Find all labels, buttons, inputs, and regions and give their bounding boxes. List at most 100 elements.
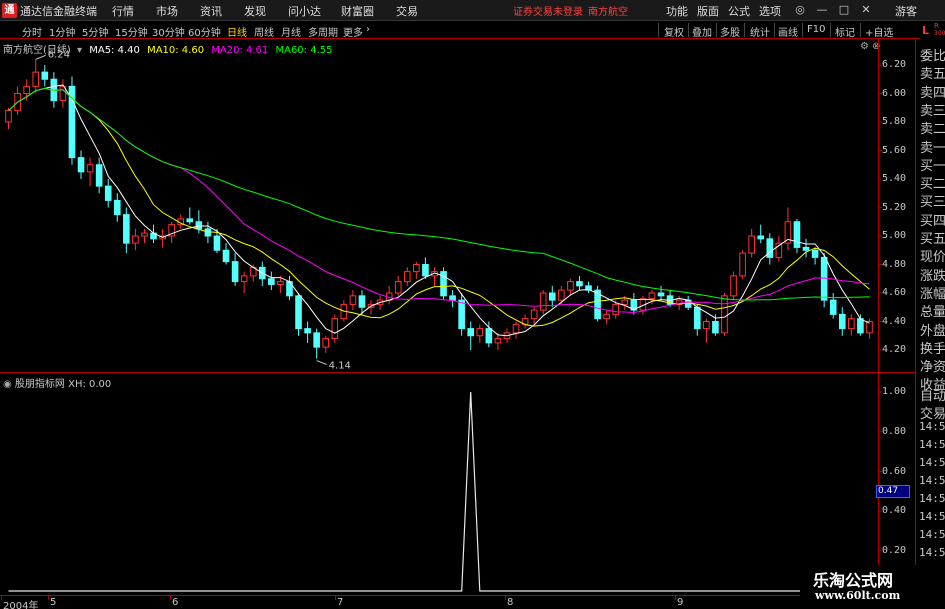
candle-down: [222, 249, 230, 263]
candle-down: [113, 199, 121, 216]
candle-down: [757, 235, 765, 240]
candle-down: [766, 238, 774, 258]
candle-down: [548, 292, 556, 301]
indicator-tick-label: 1.00: [882, 386, 907, 397]
order-book-item: 涨幅: [920, 286, 945, 302]
watermark-title: 乐淘公式网: [813, 571, 894, 590]
indicator-menu-icon[interactable]: ◉: [3, 379, 12, 390]
candle-up: [322, 338, 330, 348]
order-book-item: 买五: [920, 232, 945, 247]
candle-up: [141, 232, 148, 237]
price-tick-label: 5.40: [882, 173, 907, 184]
indicator-tick-label: 0.40: [882, 505, 907, 517]
candle-down: [793, 221, 801, 248]
price-tick-label: 4.60: [882, 287, 907, 298]
date-tick: [675, 596, 676, 600]
candle-down: [195, 221, 203, 230]
order-book-item: 卖一: [920, 140, 945, 156]
candle-up: [494, 338, 502, 344]
panel-divider[interactable]: [0, 372, 915, 373]
candle-up: [648, 292, 656, 300]
tick-time: 14:56: [919, 492, 945, 505]
candle-down: [41, 71, 49, 80]
indicator-header: ◉ 股朋指标网 XH: 0.00: [3, 375, 111, 390]
candle-down: [313, 332, 320, 348]
candle-up: [721, 295, 728, 334]
candle-down: [485, 328, 493, 344]
ma20-label: MA20: 4.61: [211, 45, 269, 56]
tick-time: 14:56: [919, 546, 945, 559]
ma20-line: [8, 87, 870, 314]
watermark-url: www.60lt.com: [815, 589, 901, 602]
candle-up: [331, 318, 339, 340]
candle-up: [413, 264, 420, 273]
candle-up: [621, 299, 629, 305]
indicator-tick-label: 0.80: [882, 425, 907, 437]
order-book-item: 外盘: [920, 323, 945, 339]
low-marker-label: 4.14: [329, 361, 351, 372]
candle-up: [403, 271, 411, 283]
order-book-item: 卖四: [920, 85, 945, 101]
tick-time: 14:56: [919, 420, 945, 433]
candle-down: [295, 295, 302, 330]
candle-down: [104, 185, 112, 201]
kline-chart[interactable]: 6.244.14: [0, 0, 945, 609]
candle-up: [23, 85, 30, 94]
candle-down: [358, 295, 366, 308]
main-chart-header: 南方航空(日线) ▾ MA5: 4.40 MA10: 4.60 MA20: 4.…: [3, 41, 332, 56]
tick-time: 14:56: [919, 456, 945, 469]
order-book-item: 卖三: [920, 103, 945, 119]
candle-up: [476, 328, 484, 337]
indicator-tick-label: 0.20: [882, 545, 907, 556]
order-book-item: 买四: [920, 213, 945, 229]
order-book-item: 总量: [920, 305, 945, 321]
candle-up: [530, 309, 538, 320]
price-tick-label: 4.20: [882, 344, 907, 355]
price-tick-label: 6.20: [882, 59, 907, 70]
candle-down: [820, 256, 828, 301]
candle-down: [449, 295, 456, 301]
price-tick-label: 5.00: [882, 230, 907, 241]
candle-up: [32, 71, 40, 87]
candle-up: [539, 292, 547, 311]
candle-up: [703, 321, 710, 330]
candle-up: [558, 289, 565, 301]
candle-up: [277, 281, 284, 285]
order-book-item: 买二: [920, 177, 945, 193]
ma5-label: MA5: 4.40: [89, 45, 140, 56]
order-book-item: 卖二: [920, 122, 945, 138]
tick-time: 14:56: [919, 474, 945, 487]
price-axis-line: [878, 39, 879, 595]
date-axis: [0, 595, 915, 609]
candle-up: [349, 295, 357, 305]
date-tick-label: 8: [507, 597, 514, 608]
tick-time: 14:56: [919, 438, 945, 451]
candle-down: [268, 278, 275, 285]
order-book-item[interactable]: 自动: [920, 385, 945, 404]
date-tick: [505, 596, 506, 600]
date-tick: [1, 596, 2, 600]
candle-up: [86, 164, 94, 173]
candle-down: [186, 218, 194, 223]
order-book-item: 现价: [920, 250, 945, 266]
candle-up: [240, 275, 248, 283]
candle-up: [394, 281, 402, 294]
candle-up: [5, 110, 12, 123]
price-tick-label: 5.60: [882, 144, 907, 156]
price-tick-label: 5.20: [882, 201, 907, 213]
candle-up: [612, 303, 620, 315]
price-tick-label: 4.40: [882, 315, 907, 327]
candle-down: [231, 261, 239, 283]
candle-down: [204, 228, 212, 237]
price-tick-label: 5.80: [882, 116, 907, 127]
order-book-item: 买一: [920, 158, 945, 174]
candle-down: [77, 157, 85, 173]
chevron-down-icon[interactable]: ▾: [77, 45, 82, 56]
candle-down: [213, 235, 221, 251]
candle-down: [467, 328, 475, 337]
candle-up: [512, 323, 520, 334]
ma60-label: MA60: 4.55: [275, 45, 333, 56]
candle-down: [458, 299, 465, 330]
ma10-label: MA10: 4.60: [147, 45, 205, 56]
indicator-tick-label: 0.60: [882, 465, 907, 477]
